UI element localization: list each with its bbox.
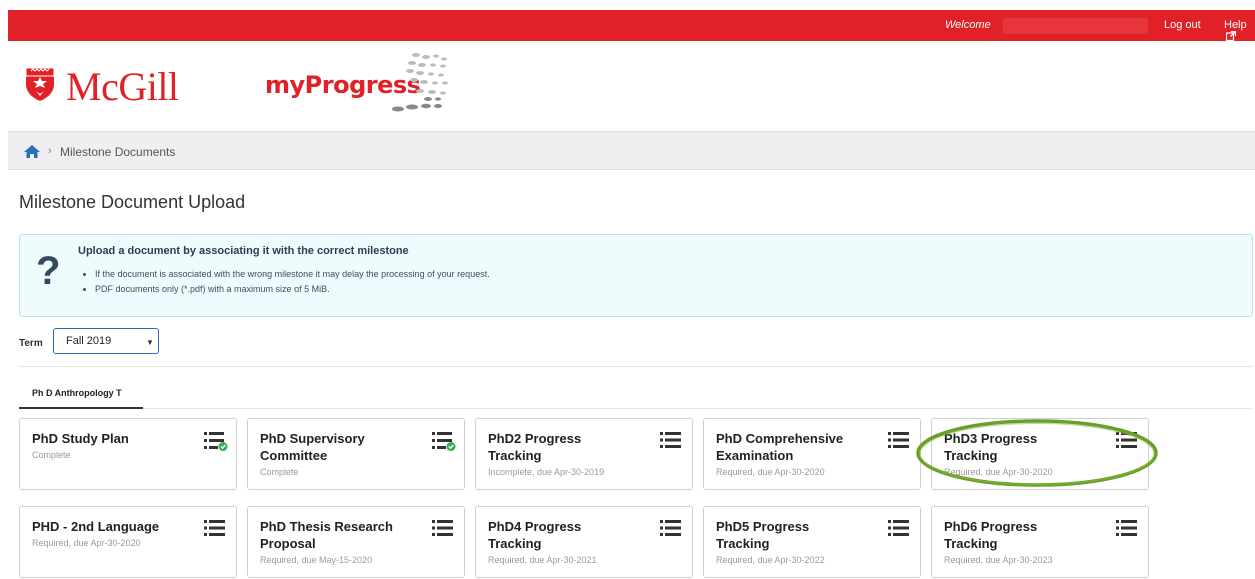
dots-swirl-icon	[392, 53, 448, 112]
header: McGill myProgress	[8, 41, 1255, 131]
milestone-card-phd4-progress-tracking[interactable]: PhD4 Progress Tracking Required, due Apr-…	[475, 506, 693, 578]
milestone-card-phd-comprehensive-examination[interactable]: PhD Comprehensive Examination Required, d…	[703, 418, 921, 490]
divider	[19, 366, 1253, 367]
list-icon[interactable]	[204, 519, 226, 537]
breadcrumb-current: Milestone Documents	[60, 145, 176, 159]
divider	[143, 408, 1253, 409]
help-label: Help	[1224, 19, 1247, 31]
top-bar: Welcome Log out Help	[8, 10, 1255, 43]
milestone-status: Required, due Apr-30-2020	[716, 467, 825, 477]
milestone-title: PhD Study Plan	[32, 431, 129, 446]
breadcrumb: › Milestone Documents	[8, 131, 1255, 170]
info-title: Upload a document by associating it with…	[78, 245, 409, 257]
term-select[interactable]: Fall 2019 ▼	[53, 328, 159, 354]
milestone-card-phd5-progress-tracking[interactable]: PhD5 Progress Tracking Required, due Apr-…	[703, 506, 921, 578]
list-icon[interactable]	[888, 431, 910, 449]
home-icon[interactable]	[24, 145, 40, 158]
chevron-right-icon: ›	[48, 145, 52, 157]
tab-program[interactable]: Ph D Anthropology T	[19, 388, 143, 409]
milestone-card-phd6-progress-tracking[interactable]: PhD6 Progress Tracking Required, due Apr-…	[931, 506, 1149, 578]
milestone-card-phd-thesis-research-proposal[interactable]: PhD Thesis Research Proposal Required, du…	[247, 506, 465, 578]
info-box: ? Upload a document by associating it wi…	[19, 234, 1253, 317]
milestone-status: Required, due Apr-30-2023	[944, 555, 1053, 565]
milestone-title: PhD Thesis Research Proposal	[260, 519, 393, 551]
list-icon[interactable]	[888, 519, 910, 537]
tab-label: Ph D Anthropology T	[32, 388, 122, 398]
milestone-card-phd-study-plan[interactable]: PhD Study Plan Complete	[19, 418, 237, 490]
info-bullet: If the document is associated with the w…	[95, 269, 490, 279]
milestone-status: Complete	[260, 467, 299, 477]
milestone-card-phd-2nd-language[interactable]: PHD - 2nd Language Required, due Apr-30-2…	[19, 506, 237, 578]
info-bullet: PDF documents only (*.pdf) with a maximu…	[95, 284, 490, 294]
mcgill-shield-icon	[25, 67, 55, 101]
term-selected-value: Fall 2019	[66, 335, 112, 347]
list-icon[interactable]	[432, 519, 454, 537]
milestone-title: PhD4 Progress Tracking	[488, 519, 582, 551]
milestone-title: PhD Comprehensive Examination	[716, 431, 844, 463]
question-mark-icon: ?	[36, 249, 61, 293]
milestone-card-phd-supervisory-committee[interactable]: PhD Supervisory Committee Complete	[247, 418, 465, 490]
external-link-icon	[1225, 30, 1237, 42]
milestone-card-phd2-progress-tracking[interactable]: PhD2 Progress Tracking Incomplete, due Ap…	[475, 418, 693, 490]
redacted-username	[1003, 18, 1148, 34]
milestone-status: Required, due Apr-30-2022	[716, 555, 825, 565]
milestone-status: Incomplete, due Apr-30-2019	[488, 467, 605, 477]
logout-link[interactable]: Log out	[1164, 19, 1201, 31]
list-check-icon[interactable]	[204, 431, 228, 451]
help-link[interactable]: Help	[1224, 19, 1255, 43]
milestone-status: Required, due Apr-30-2021	[488, 555, 597, 565]
page-title: Milestone Document Upload	[19, 192, 246, 212]
list-icon[interactable]	[1116, 519, 1138, 537]
list-icon[interactable]	[660, 431, 682, 449]
milestone-status: Required, due Apr-30-2020	[32, 538, 141, 548]
milestone-title: PhD5 Progress Tracking	[716, 519, 810, 551]
caret-down-icon: ▼	[146, 338, 154, 347]
milestone-title: PhD Supervisory Committee	[260, 431, 365, 463]
milestone-status: Complete	[32, 450, 71, 460]
info-bullets: If the document is associated with the w…	[95, 269, 490, 299]
highlight-ellipse	[916, 419, 1158, 487]
term-label: Term	[19, 338, 43, 349]
welcome-text: Welcome	[945, 19, 991, 31]
milestone-status: Required, due May-15-2020	[260, 555, 373, 565]
list-check-icon[interactable]	[432, 431, 456, 451]
milestone-title: PhD6 Progress Tracking	[944, 519, 1038, 551]
mcgill-logo[interactable]: McGill	[66, 63, 179, 110]
milestone-title: PHD - 2nd Language	[32, 519, 160, 534]
milestone-title: PhD2 Progress Tracking	[488, 431, 582, 463]
list-icon[interactable]	[660, 519, 682, 537]
